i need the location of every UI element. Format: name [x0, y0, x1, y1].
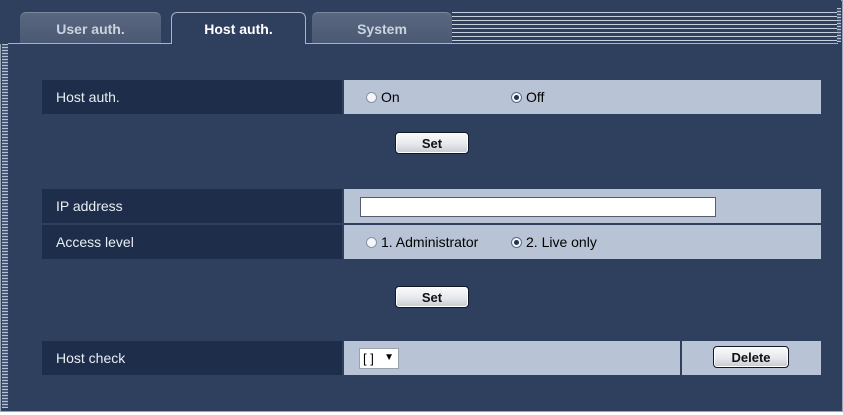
access-level-options: 1. Administrator 2. Live only — [344, 225, 821, 259]
host-check-label: Host check — [42, 341, 342, 375]
right-edge-decoration — [837, 8, 841, 42]
tab-bar-decoration — [452, 12, 838, 44]
ip-address-cell — [344, 189, 821, 223]
host-auth-off-label: Off — [526, 89, 545, 105]
access-level-set-button[interactable]: Set — [395, 286, 469, 308]
radio-selected-icon[interactable] — [511, 91, 522, 103]
tab-host-auth[interactable]: Host auth. — [171, 12, 306, 44]
host-auth-on-label: On — [381, 89, 400, 105]
host-auth-options: On Off — [344, 80, 821, 114]
ip-address-input[interactable] — [360, 197, 716, 217]
radio-icon[interactable] — [366, 236, 377, 248]
access-level-administrator-radio[interactable]: 1. Administrator — [366, 234, 478, 250]
radio-icon[interactable] — [366, 91, 377, 103]
host-check-select[interactable]: [ ] ▼ — [359, 348, 399, 369]
host-check-cell: [ ] ▼ — [344, 341, 680, 375]
host-auth-label: Host auth. — [42, 80, 342, 114]
ip-address-row: IP address — [42, 189, 821, 223]
chevron-down-icon[interactable]: ▼ — [384, 352, 394, 363]
host-auth-on-radio[interactable]: On — [366, 89, 400, 105]
tab-system[interactable]: System — [312, 12, 452, 44]
delete-button[interactable]: Delete — [713, 346, 789, 368]
radio-selected-icon[interactable] — [511, 236, 522, 248]
host-auth-row: Host auth. On Off — [42, 80, 821, 114]
host-auth-off-radio[interactable]: Off — [511, 89, 544, 105]
left-edge-decoration — [2, 44, 8, 408]
access-level-administrator-label: 1. Administrator — [381, 234, 479, 250]
access-level-label: Access level — [42, 225, 342, 259]
access-level-row: Access level 1. Administrator 2. Live on… — [42, 225, 821, 259]
tab-user-auth[interactable]: User auth. — [20, 12, 161, 44]
ip-address-label: IP address — [42, 189, 342, 223]
host-check-row: Host check [ ] ▼ Delete — [42, 341, 821, 375]
access-level-live-only-label: 2. Live only — [526, 234, 597, 250]
host-check-selected-value: [ ] — [363, 351, 374, 366]
tab-bar: User auth. Host auth. System — [0, 0, 841, 44]
tab-divider — [8, 43, 171, 44]
tab-divider — [306, 43, 838, 44]
host-auth-set-button[interactable]: Set — [395, 132, 469, 154]
host-check-action-cell: Delete — [680, 341, 821, 375]
access-level-live-only-radio[interactable]: 2. Live only — [511, 234, 597, 250]
